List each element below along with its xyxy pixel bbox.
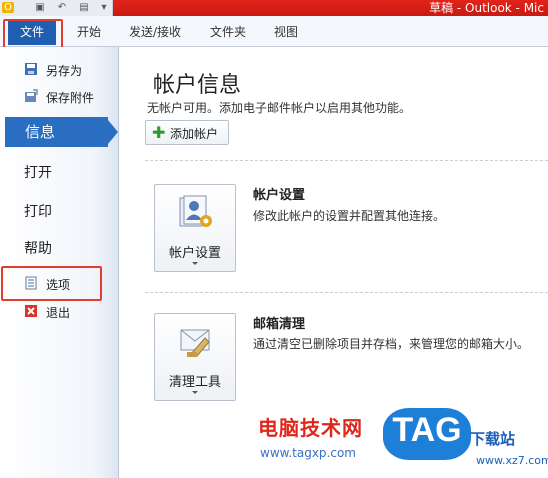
save-attachments-icon [25,89,38,102]
undo-icon[interactable]: ↶ [56,2,68,13]
page-title: 帐户信息 [153,73,242,98]
download-site-url: www.xz7.com [476,454,548,467]
mailbox-cleanup-title: 邮箱清理 [253,317,306,332]
options-highlight [1,266,102,301]
tab-home[interactable]: 开始 [77,16,101,46]
tab-view[interactable]: 视图 [274,16,298,46]
divider [145,292,548,293]
dropdown-arrow-icon [192,391,198,394]
tab-send-receive[interactable]: 发送/接收 [129,16,181,46]
ribbon-tabs: 文件 开始 发送/接收 文件夹 视图 [0,16,548,47]
sidebar-item-info[interactable]: 信息 [5,117,108,147]
account-settings-icon [179,195,212,227]
account-settings-button[interactable]: 帐户设置 [154,184,236,272]
divider [145,160,548,161]
save-icon[interactable]: ▣ [34,2,46,13]
sidebar-item-save-as[interactable]: 另存为 [0,61,118,79]
sidebar-item-help[interactable]: 帮助 [0,238,118,258]
sidebar-item-save-attachments[interactable]: 保存附件 [0,88,118,106]
selected-arrow [108,120,118,144]
dropdown-arrow-icon [192,262,198,265]
mailbox-cleanup-desc: 通过清空已删除项目并存档，来管理您的邮箱大小。 [253,337,530,351]
add-icon: ✚ [152,123,166,142]
watermark-url: www.tagxp.com [260,446,356,460]
quick-access-toolbar: O ▣ ↶ ▤ ▾ [0,0,113,16]
window-title: 草稿 - Outlook - Mic [429,1,544,15]
sidebar-item-open[interactable]: 打开 [0,162,118,182]
exit-icon [25,305,37,317]
outlook-app-icon[interactable]: O [2,2,14,13]
tab-folder[interactable]: 文件夹 [210,16,246,46]
backstage-sidebar: 另存为 保存附件 信息 打开 打印 帮助 选项 退出 [0,47,119,478]
account-settings-title: 帐户设置 [253,188,306,203]
cleanup-tools-icon [180,329,210,357]
add-account-button[interactable]: ✚ 添加帐户 [145,120,229,145]
tag-logo: TAG [383,408,471,460]
cleanup-tools-button[interactable]: 清理工具 [154,313,236,401]
title-bar: O ▣ ↶ ▤ ▾ 草稿 - Outlook - Mic [0,0,548,16]
sidebar-item-print[interactable]: 打印 [0,201,118,221]
sidebar-item-exit[interactable]: 退出 [0,303,118,321]
print-icon[interactable]: ▤ [78,2,90,13]
save-as-icon [25,63,37,75]
watermark-text: 电脑技术网 [258,416,363,440]
page-subtitle: 无帐户可用。添加电子邮件帐户以启用其他功能。 [147,101,412,115]
account-settings-desc: 修改此帐户的设置并配置其他连接。 [253,209,446,223]
customize-toolbar-icon[interactable]: ▾ [98,2,110,13]
download-site-text: 下载站 [470,430,516,448]
